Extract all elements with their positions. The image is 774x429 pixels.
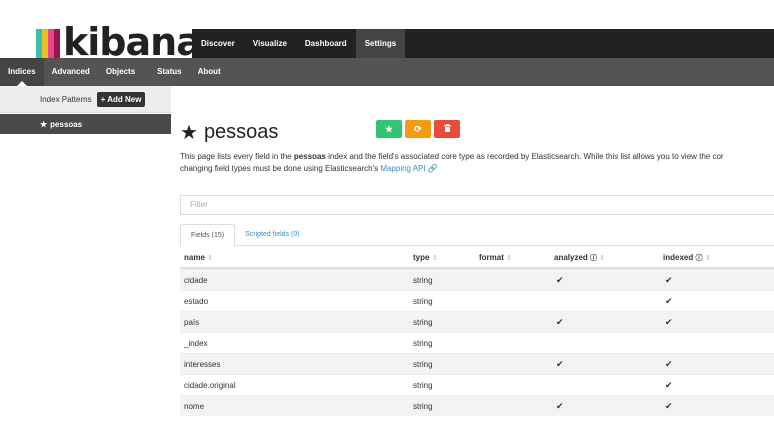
subnav-status[interactable]: Status	[149, 58, 189, 86]
table-row: estado string ✔	[180, 290, 774, 311]
field-type: string	[413, 359, 433, 369]
logo-text: kibana	[63, 20, 202, 64]
table-row: país string ✔ ✔	[180, 311, 774, 332]
table-header: name ⇕ type ⇕ format ⇕ analyzed ⓘ ⇕ inde…	[180, 248, 774, 269]
nav-dashboard[interactable]: Dashboard	[296, 29, 356, 58]
field-type: string	[413, 380, 433, 390]
sidebar-header: Index Patterns + Add New	[0, 86, 171, 113]
table-row: nome string ✔ ✔	[180, 395, 774, 416]
field-type: string	[413, 317, 433, 327]
col-label: type	[413, 253, 430, 262]
star-icon: ★	[180, 121, 198, 144]
subnav-objects[interactable]: Objects	[98, 58, 143, 86]
indexed-check-icon: ✔	[665, 274, 673, 285]
main-nav: Discover Visualize Dashboard Settings	[192, 29, 774, 58]
star-icon: ★	[40, 119, 48, 129]
sort-icon: ⇕	[599, 254, 606, 262]
indexed-check-icon: ✔	[665, 379, 673, 390]
analyzed-check-icon: ✔	[556, 400, 564, 411]
field-name: nome	[184, 401, 205, 411]
table-row: cidade.original string ✔	[180, 374, 774, 395]
analyzed-check-icon: ✔	[556, 358, 564, 369]
indexed-check-icon: ✔	[665, 358, 673, 369]
sort-icon: ⇕	[704, 254, 711, 262]
desc-text: This page lists every field in the	[180, 152, 294, 161]
indexed-check-icon: ✔	[665, 316, 673, 327]
top-bar: kibana Discover Visualize Dashboard Sett…	[0, 0, 774, 64]
field-name: _index	[184, 338, 208, 348]
desc-text: changing field types must be done using …	[180, 164, 381, 173]
info-icon[interactable]: ⓘ	[695, 255, 702, 262]
main-content: ★ pessoas ★ ⟳ This page lists every fiel…	[180, 86, 774, 429]
nav-visualize[interactable]: Visualize	[244, 29, 296, 58]
index-actions: ★ ⟳	[376, 120, 463, 138]
col-format-header[interactable]: format ⇕	[479, 253, 554, 262]
field-type: string	[413, 296, 433, 306]
col-label: indexed	[663, 252, 694, 262]
field-type: string	[413, 338, 433, 348]
sort-icon: ⇕	[207, 255, 214, 262]
subnav-advanced[interactable]: Advanced	[44, 58, 98, 86]
analyzed-check-icon: ✔	[556, 274, 564, 285]
tab-fields[interactable]: Fields (15)	[180, 224, 236, 247]
tab-scripted-fields[interactable]: Scripted fields (0)	[235, 224, 309, 245]
table-row: interesses string ✔ ✔	[180, 353, 774, 374]
set-default-button[interactable]: ★	[376, 120, 402, 138]
index-patterns-sidebar: Index Patterns + Add New ★ pessoas	[0, 86, 171, 429]
page-title-row: ★ pessoas	[180, 120, 279, 144]
sidebar-header-label: Index Patterns	[40, 94, 92, 104]
info-icon[interactable]: ⓘ	[590, 255, 597, 262]
table-row: _index string	[180, 332, 774, 353]
col-type-header[interactable]: type ⇕	[413, 253, 479, 262]
mapping-api-label: Mapping API	[380, 164, 426, 173]
mapping-api-link[interactable]: Mapping API 🔗	[380, 164, 438, 173]
field-name: cidade	[184, 275, 208, 285]
logo-bars-icon	[36, 29, 60, 58]
sidebar-item-label: pessoas	[50, 119, 83, 129]
field-name: cidade.original	[184, 380, 236, 390]
star-icon: ★	[384, 123, 394, 134]
settings-subnav: Indices Advanced Objects Status About	[0, 58, 774, 86]
fields-table: name ⇕ type ⇕ format ⇕ analyzed ⓘ ⇕ inde…	[180, 248, 774, 416]
analyzed-check-icon: ✔	[556, 316, 564, 327]
page-title: pessoas	[203, 120, 279, 143]
filter-input[interactable]: Filter	[180, 195, 774, 215]
desc-index-name: pessoas	[293, 152, 326, 161]
desc-text: index and the field's associated core ty…	[325, 152, 724, 161]
field-name: país	[184, 317, 200, 327]
add-new-button[interactable]: + Add New	[96, 91, 146, 107]
field-name: estado	[184, 296, 209, 306]
indexed-check-icon: ✔	[665, 295, 673, 306]
delete-index-button[interactable]	[434, 120, 460, 138]
refresh-icon: ⟳	[414, 123, 422, 134]
field-type: string	[413, 401, 433, 411]
subnav-about[interactable]: About	[190, 58, 229, 86]
field-name: interesses	[184, 359, 221, 369]
subnav-indices[interactable]: Indices	[0, 58, 44, 86]
sort-icon: ⇕	[506, 255, 512, 262]
field-type: string	[413, 275, 433, 285]
nav-settings[interactable]: Settings	[355, 29, 406, 58]
trash-icon	[443, 124, 451, 134]
refresh-fields-button[interactable]: ⟳	[405, 120, 431, 138]
col-analyzed-header[interactable]: analyzed ⓘ ⇕	[554, 253, 663, 263]
nav-discover[interactable]: Discover	[192, 29, 244, 58]
field-tabs: Fields (15) Scripted fields (0)	[180, 224, 774, 247]
link-icon: 🔗	[427, 164, 438, 173]
sidebar-item-pessoas[interactable]: ★ pessoas	[0, 114, 171, 134]
col-label: format	[479, 253, 504, 262]
sort-icon: ⇕	[431, 255, 438, 262]
table-row: cidade string ✔ ✔	[180, 269, 774, 290]
col-label: name	[184, 253, 205, 262]
col-label: analyzed	[554, 252, 588, 262]
kibana-logo[interactable]: kibana	[36, 20, 202, 64]
indexed-check-icon: ✔	[665, 400, 673, 411]
page-description: This page lists every field in the pesso…	[180, 151, 774, 175]
col-indexed-header[interactable]: indexed ⓘ ⇕	[663, 253, 774, 263]
col-name-header[interactable]: name ⇕	[180, 253, 413, 262]
